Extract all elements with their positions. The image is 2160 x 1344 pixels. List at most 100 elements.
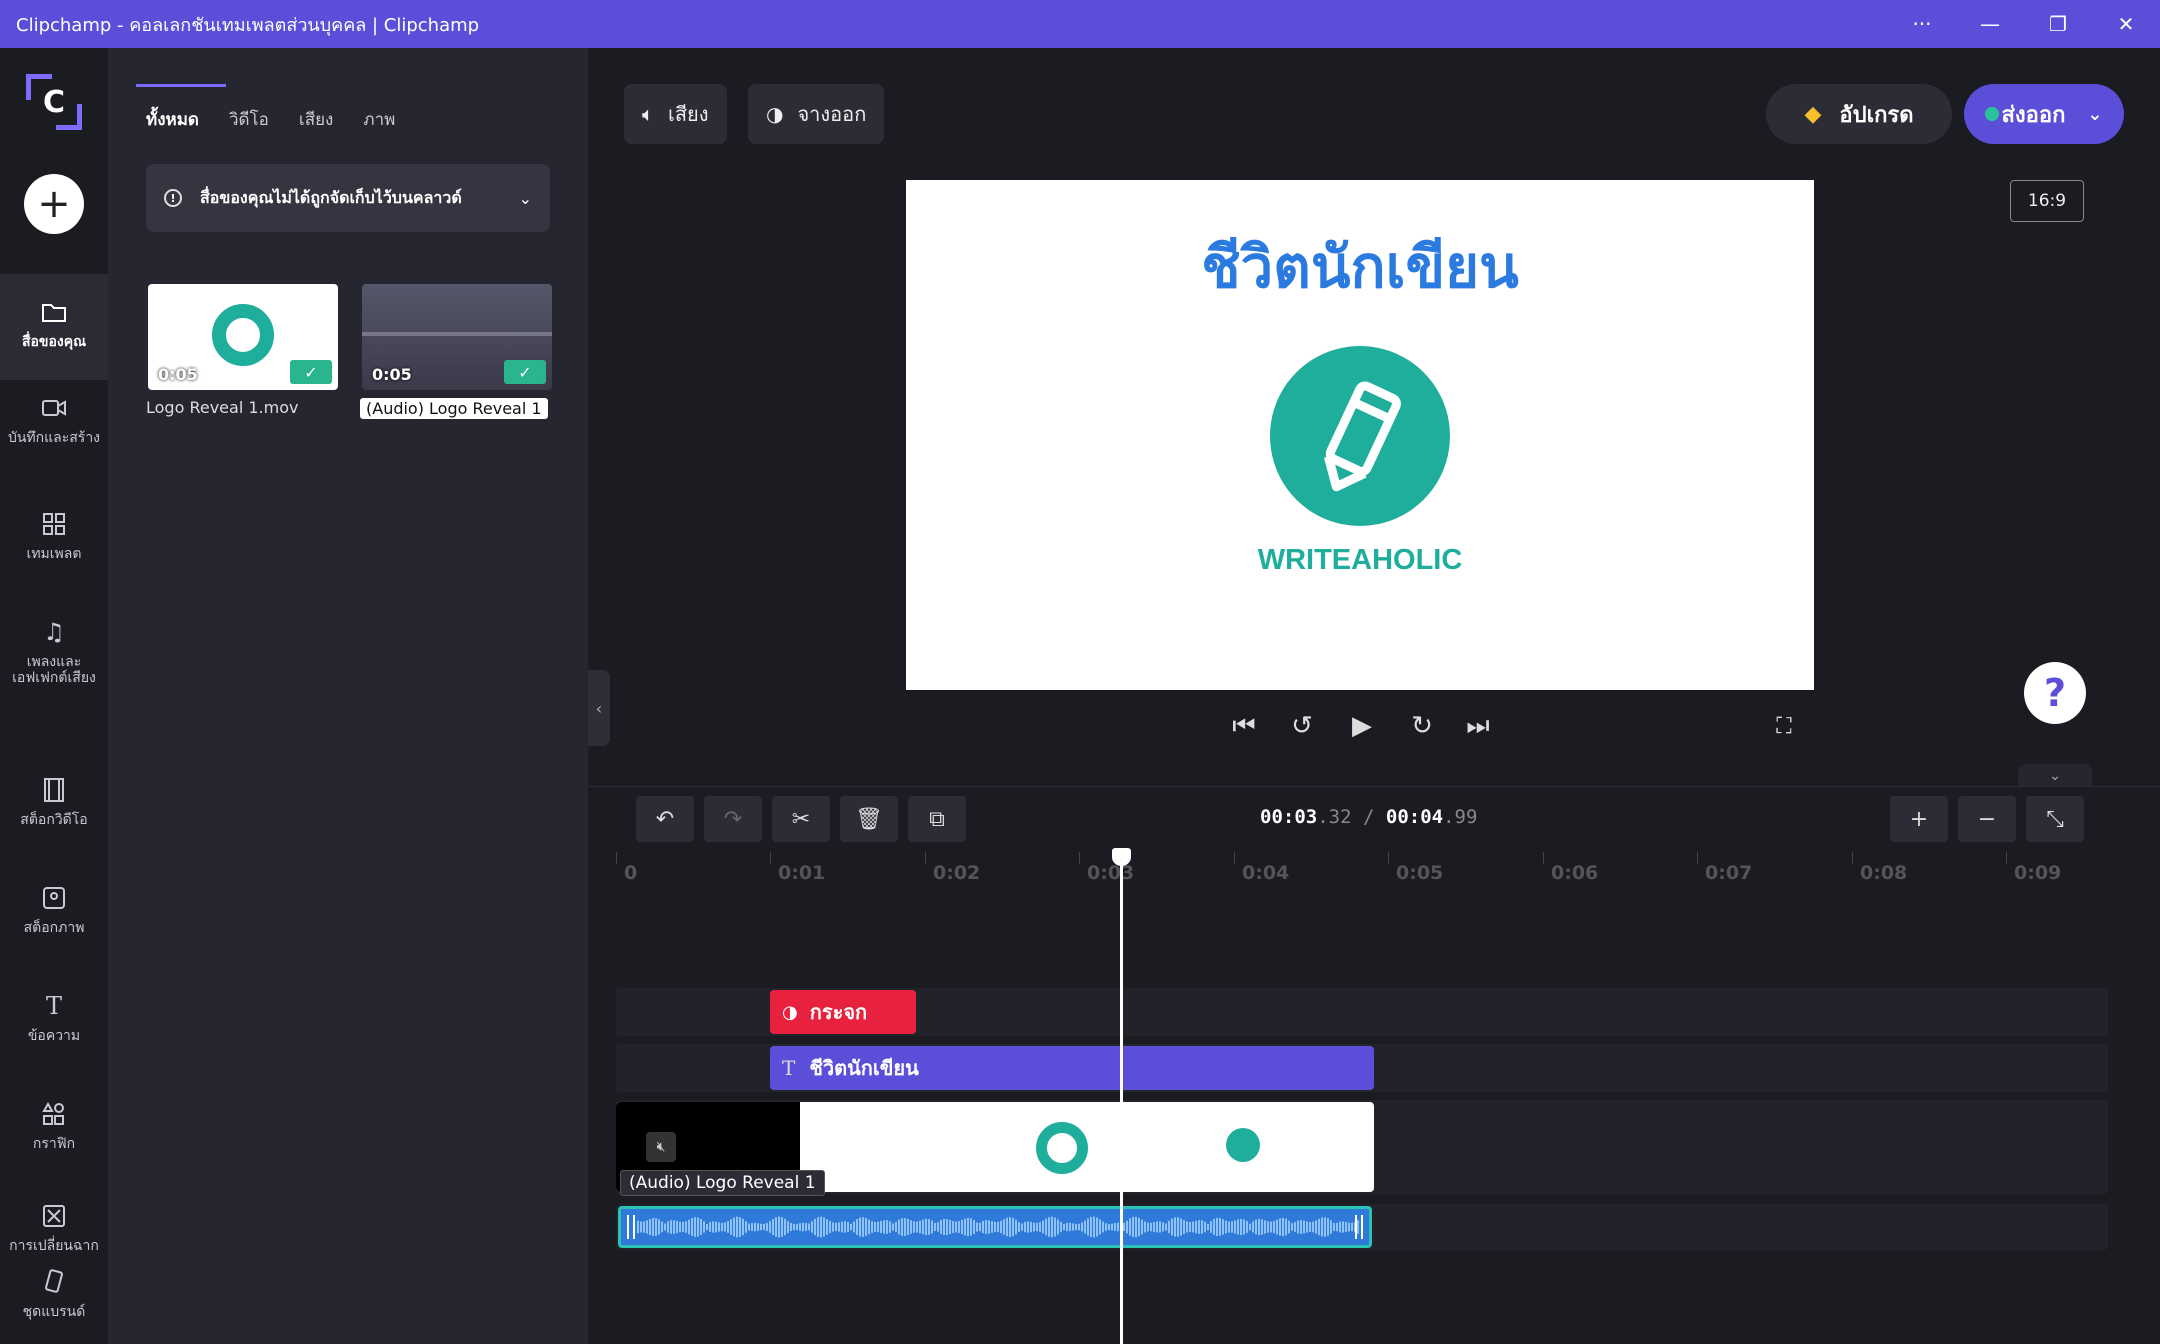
- media-duration: 0:05: [372, 365, 412, 384]
- ruler-label: 0:07: [1705, 862, 1753, 884]
- film-icon: [40, 776, 68, 804]
- collapse-panel-button[interactable]: ‹: [588, 670, 610, 746]
- cloud-notice-text: สื่อของคุณไม่ได้ถูกจัดเก็บไว้บนคลาวด์: [200, 188, 462, 207]
- mute-icon[interactable]: 🔇︎: [646, 1132, 676, 1162]
- tab-images[interactable]: ภาพ: [363, 84, 395, 139]
- tab-video[interactable]: วิดีโอ: [229, 84, 269, 139]
- skip-forward-icon[interactable]: ⏭: [1458, 706, 1498, 746]
- title-bar: Clipchamp - คอลเลกชันเทมเพลตส่วนบุคคล | …: [0, 0, 2160, 48]
- duplicate-icon[interactable]: ⧉: [908, 796, 966, 842]
- ruler-label: 0:01: [778, 862, 826, 884]
- rail-item-text[interactable]: T ข้อความ: [0, 992, 108, 1044]
- trash-icon[interactable]: 🗑︎: [840, 796, 898, 842]
- text-icon: T: [782, 1056, 796, 1080]
- image-icon: [40, 884, 68, 912]
- chevron-down-icon: ⌄: [2087, 103, 2103, 125]
- timeline-collapse-button[interactable]: ⌄: [2018, 764, 2092, 788]
- clip-tooltip: (Audio) Logo Reveal 1: [620, 1170, 825, 1196]
- left-rail: C + สื่อของคุณ บันทึกและสร้าง เทมเพลต ♫ …: [0, 48, 108, 1344]
- media-name: (Audio) Logo Reveal 1: [360, 398, 548, 419]
- check-icon: ✓: [290, 360, 332, 384]
- status-dot: [1985, 107, 2000, 121]
- media-duration: 0:05: [158, 365, 198, 384]
- contrast-icon: ◑: [766, 102, 784, 126]
- more-icon[interactable]: ···: [1888, 0, 1956, 48]
- clipchamp-logo: C: [26, 74, 82, 130]
- music-icon: ♫: [43, 618, 65, 646]
- audio-waveform-line: [362, 332, 552, 336]
- zoom-in-icon[interactable]: +: [1890, 796, 1948, 842]
- ring-logo-preview: [212, 304, 274, 366]
- restore-icon[interactable]: ❐: [2024, 0, 2092, 48]
- contrast-icon: ◑: [782, 1001, 798, 1023]
- timeline-ruler[interactable]: 0 0:01 0:02 0:03 0:04 0:05 0:06 0:07 0:0…: [616, 852, 2108, 888]
- speaker-icon: 🔈︎: [642, 102, 654, 126]
- trim-handle-right[interactable]: [1355, 1215, 1363, 1239]
- trim-handle-left[interactable]: [627, 1215, 635, 1239]
- preview-brand-text: WRITEAHOLIC: [1257, 544, 1463, 576]
- cloud-notice[interactable]: ! สื่อของคุณไม่ได้ถูกจัดเก็บไว้บนคลาวด์ …: [146, 164, 550, 232]
- video-preview[interactable]: ชีวิตนักเขียน WRITEAHOLIC: [906, 180, 1814, 690]
- template-icon: [40, 510, 68, 538]
- rail-item-brand-kit[interactable]: ชุดแบรนด์: [0, 1268, 108, 1320]
- transition-icon: [40, 1202, 68, 1230]
- fit-timeline-icon[interactable]: ⤡: [2026, 796, 2084, 842]
- ruler-label: 0:05: [1396, 862, 1444, 884]
- rewind-5-icon[interactable]: ↺: [1282, 706, 1322, 746]
- zoom-out-icon[interactable]: −: [1958, 796, 2016, 842]
- fullscreen-icon[interactable]: ⛶: [1764, 706, 1804, 746]
- check-icon: ✓: [504, 360, 546, 384]
- folder-icon: [40, 298, 68, 326]
- skip-back-icon[interactable]: ⏮: [1224, 706, 1264, 746]
- minimize-icon[interactable]: —: [1956, 0, 2024, 48]
- logo-thumbnail: [1226, 1128, 1260, 1162]
- media-panel: ทั้งหมด วิดีโอ เสียง ภาพ ! สื่อของคุณไม่…: [108, 48, 588, 1344]
- rail-item-stock-video[interactable]: สต็อกวิดีโอ: [0, 776, 108, 828]
- ruler-label: 0:09: [2014, 862, 2062, 884]
- rail-item-stock-images[interactable]: สต็อกภาพ: [0, 884, 108, 936]
- media-thumbnail-logo-reveal[interactable]: 0:05 ✓: [148, 284, 338, 390]
- add-media-button[interactable]: +: [24, 174, 84, 234]
- diamond-icon: ◆: [1804, 101, 1822, 127]
- export-button[interactable]: ส่งออก ⌄: [1964, 84, 2124, 144]
- text-clip[interactable]: T ชีวิตนักเขียน: [770, 1046, 1374, 1090]
- ruler-label: 0:08: [1860, 862, 1908, 884]
- timecode: 00:03.32 / 00:04.99: [1260, 806, 1478, 828]
- camera-icon: [40, 394, 68, 422]
- ruler-label: 0:04: [1242, 862, 1290, 884]
- tab-audio[interactable]: เสียง: [299, 84, 333, 139]
- fade-out-button[interactable]: ◑ จางออก: [748, 84, 885, 144]
- media-thumbnail-audio[interactable]: 0:05 ✓: [362, 284, 552, 390]
- rail-item-transitions[interactable]: การเปลี่ยนฉาก: [0, 1202, 108, 1254]
- rail-item-music-sfx[interactable]: ♫ เพลงและเอฟเฟกต์เสียง: [0, 618, 108, 686]
- rail-item-record-create[interactable]: บันทึกและสร้าง: [0, 394, 108, 446]
- playhead-handle[interactable]: [1112, 848, 1131, 866]
- info-icon: !: [164, 189, 182, 207]
- scissors-icon[interactable]: ✂: [772, 796, 830, 842]
- upgrade-button[interactable]: ◆ อัปเกรด: [1766, 84, 1952, 144]
- forward-5-icon[interactable]: ↻: [1402, 706, 1442, 746]
- help-button[interactable]: ?: [2024, 662, 2086, 724]
- audio-button[interactable]: 🔈︎ เสียง: [624, 84, 727, 144]
- close-icon[interactable]: ✕: [2092, 0, 2160, 48]
- ruler-label: 0:03: [1087, 862, 1135, 884]
- tab-all[interactable]: ทั้งหมด: [136, 84, 226, 139]
- rail-item-graphics[interactable]: กราฟิก: [0, 1100, 108, 1152]
- ruler-label: 0:02: [933, 862, 981, 884]
- filter-clip[interactable]: ◑ กระจก: [770, 990, 916, 1034]
- playhead[interactable]: [1120, 850, 1123, 1344]
- audio-waveform: [637, 1216, 1359, 1238]
- rail-item-your-media[interactable]: สื่อของคุณ: [0, 274, 108, 380]
- chevron-down-icon: ⌄: [518, 188, 532, 208]
- play-icon[interactable]: ▶: [1342, 706, 1382, 746]
- rail-item-templates[interactable]: เทมเพลต: [0, 510, 108, 562]
- undo-icon[interactable]: ↶: [636, 796, 694, 842]
- redo-icon[interactable]: ↷: [704, 796, 762, 842]
- preview-title-text: ชีวิตนักเขียน: [1201, 233, 1519, 301]
- audio-clip[interactable]: [618, 1206, 1372, 1248]
- ruler-label: 0: [624, 862, 638, 884]
- text-icon: T: [45, 992, 62, 1020]
- aspect-ratio-button[interactable]: 16:9: [2010, 180, 2084, 222]
- ring-thumbnail: [1036, 1122, 1088, 1174]
- shapes-icon: [40, 1100, 68, 1128]
